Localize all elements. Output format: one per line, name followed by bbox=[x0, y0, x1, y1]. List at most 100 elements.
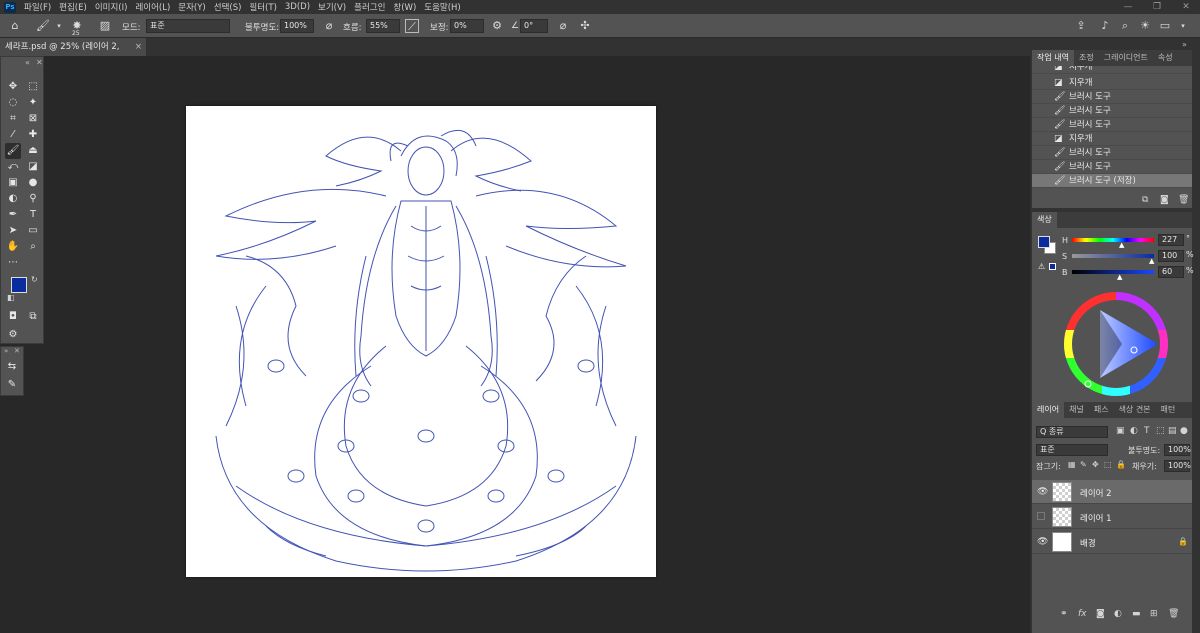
close-icon[interactable]: ✕ bbox=[14, 347, 20, 355]
tab-patterns[interactable]: 패턴 bbox=[1156, 402, 1181, 418]
foreground-color-swatch[interactable] bbox=[11, 277, 27, 293]
frame-tool-icon[interactable]: ⊠ bbox=[25, 111, 41, 127]
marquee-tool-icon[interactable]: ⬚ bbox=[25, 79, 41, 95]
screen-mode-icon[interactable]: ⧉ bbox=[25, 309, 41, 325]
add-mask-icon[interactable]: ◙ bbox=[1096, 609, 1105, 619]
link-layers-icon[interactable]: ⚭ bbox=[1060, 609, 1068, 619]
brush-settings-icon[interactable]: ▨ bbox=[98, 19, 112, 33]
opacity-field[interactable]: 100% bbox=[280, 19, 314, 33]
eraser-tool-icon[interactable]: ◪ bbox=[25, 159, 41, 175]
swap-colors-icon[interactable]: ↻ bbox=[31, 275, 38, 284]
filter-pixel-icon[interactable]: ▣ bbox=[1116, 426, 1125, 436]
saturation-slider[interactable] bbox=[1072, 254, 1154, 258]
tab-layers[interactable]: 레이어 bbox=[1032, 402, 1065, 418]
bell-icon[interactable]: ♪ bbox=[1098, 19, 1112, 33]
menu-filter[interactable]: 필터(T) bbox=[245, 1, 280, 13]
hidden-visibility-icon[interactable] bbox=[1037, 512, 1045, 520]
menu-window[interactable]: 창(W) bbox=[389, 1, 420, 13]
smoothing-field[interactable]: 0% bbox=[450, 19, 484, 33]
hue-field[interactable]: 227 bbox=[1158, 234, 1184, 246]
lock-transparent-icon[interactable]: ▦ bbox=[1068, 460, 1076, 469]
layer-row-background[interactable]: 👁 배경 🔒 bbox=[1032, 530, 1192, 554]
saturation-field[interactable]: 100 bbox=[1158, 250, 1184, 262]
magic-wand-tool-icon[interactable]: ✦ bbox=[25, 95, 41, 111]
fx-icon[interactable]: fx bbox=[1078, 609, 1087, 619]
document-canvas[interactable] bbox=[186, 106, 656, 577]
lock-all-icon[interactable]: 🔒 bbox=[1116, 460, 1126, 469]
symmetry-icon[interactable]: ✣ bbox=[578, 19, 592, 33]
lightbulb-icon[interactable]: ☀ bbox=[1138, 19, 1152, 33]
mode-select[interactable]: 표준 bbox=[146, 19, 230, 33]
tab-properties[interactable]: 속성 bbox=[1153, 50, 1178, 66]
minimize-button[interactable]: — bbox=[1114, 0, 1142, 14]
healing-brush-tool-icon[interactable]: ✚ bbox=[25, 127, 41, 143]
history-item[interactable]: 🖌 브러시 도구 bbox=[1032, 160, 1192, 174]
burn-tool-icon[interactable]: ⚲ bbox=[25, 191, 41, 207]
web-safe-swatch[interactable] bbox=[1049, 263, 1056, 270]
menu-edit[interactable]: 편집(E) bbox=[55, 1, 91, 13]
history-item[interactable]: ◪ 지우개 bbox=[1032, 66, 1192, 74]
zoom-tool-icon[interactable]: ⌕ bbox=[25, 239, 41, 255]
tab-color[interactable]: 색상 bbox=[1032, 212, 1057, 228]
history-item-current[interactable]: 🖌 브러시 도구 (저장) bbox=[1032, 174, 1192, 188]
move-tool-icon[interactable]: ✥ bbox=[5, 79, 21, 95]
tab-channels[interactable]: 채널 bbox=[1064, 402, 1089, 418]
adjustment-layer-icon[interactable]: ◐ bbox=[1114, 609, 1122, 619]
menu-type[interactable]: 문자(Y) bbox=[174, 1, 209, 13]
slider-handle-icon[interactable]: ▲ bbox=[1117, 273, 1122, 281]
hue-slider[interactable] bbox=[1072, 238, 1154, 242]
tab-gradients[interactable]: 그레이디언트 bbox=[1099, 50, 1153, 66]
collapse-panels-icon[interactable]: » bbox=[1182, 40, 1187, 49]
filter-type-icon[interactable]: T bbox=[1144, 426, 1150, 436]
history-item[interactable]: 🖌 브러시 도구 bbox=[1032, 104, 1192, 118]
menu-image[interactable]: 이미지(I) bbox=[91, 1, 132, 13]
brightness-field[interactable]: 60 bbox=[1158, 266, 1184, 278]
blur-tool-icon[interactable]: ● bbox=[25, 175, 41, 191]
trash-icon[interactable]: 🗑 bbox=[1168, 609, 1179, 619]
menu-3d[interactable]: 3D(D) bbox=[281, 2, 314, 12]
eye-icon[interactable]: 👁 bbox=[1037, 537, 1048, 547]
filter-smart-object-icon[interactable]: ▤ bbox=[1168, 426, 1177, 436]
layer-filter-select[interactable]: Q 종류 bbox=[1036, 426, 1108, 438]
lock-position-icon[interactable]: ✥ bbox=[1092, 460, 1099, 469]
history-brush-tool-icon[interactable]: ⤺ bbox=[5, 159, 21, 175]
adjustments-icon[interactable]: ⇆ bbox=[4, 359, 20, 375]
filter-shape-icon[interactable]: ⬚ bbox=[1156, 426, 1165, 436]
color-wheel[interactable] bbox=[1062, 290, 1170, 398]
close-window-button[interactable]: ✕ bbox=[1172, 0, 1200, 14]
tab-adjustments[interactable]: 조정 bbox=[1074, 50, 1099, 66]
share-icon[interactable]: ⇪ bbox=[1074, 19, 1088, 33]
gradient-tool-icon[interactable]: ▣ bbox=[5, 175, 21, 191]
tab-paths[interactable]: 패스 bbox=[1089, 402, 1114, 418]
layer-row-layer-2[interactable]: 👁 레이어 2 bbox=[1032, 480, 1192, 504]
edit-toolbar-icon[interactable]: ⚙ bbox=[5, 327, 21, 343]
flow-field[interactable]: 55% bbox=[366, 19, 400, 33]
close-tab-button[interactable]: × bbox=[135, 38, 142, 56]
maximize-button[interactable]: ❐ bbox=[1143, 0, 1171, 14]
workspace-icon[interactable]: ▭ bbox=[1158, 19, 1172, 33]
tab-history[interactable]: 작업 내역 bbox=[1032, 50, 1074, 66]
filter-adjustment-icon[interactable]: ◐ bbox=[1130, 426, 1138, 436]
airbrush-icon[interactable]: ⟋ bbox=[405, 19, 419, 33]
hand-tool-icon[interactable]: ✋ bbox=[5, 239, 21, 255]
angle-field[interactable]: 0° bbox=[520, 19, 548, 33]
chevron-down-icon[interactable]: ▾ bbox=[1176, 19, 1190, 33]
chevron-down-icon[interactable]: ▾ bbox=[52, 19, 66, 33]
eyedropper-tool-icon[interactable]: ⁄ bbox=[5, 127, 21, 143]
quick-mask-icon[interactable]: ◘ bbox=[5, 309, 21, 325]
menu-plugins[interactable]: 플러그인 bbox=[350, 1, 389, 13]
search-icon[interactable]: ⌕ bbox=[1118, 19, 1132, 33]
camera-icon[interactable]: ◙ bbox=[1160, 195, 1169, 205]
new-layer-icon[interactable]: ⊞ bbox=[1150, 609, 1158, 619]
fill-field[interactable]: 100% bbox=[1164, 460, 1191, 472]
menu-select[interactable]: 선택(S) bbox=[210, 1, 246, 13]
menu-layer[interactable]: 레이어(L) bbox=[131, 1, 174, 13]
pen-tool-icon[interactable]: ✒ bbox=[5, 207, 21, 223]
tab-swatches[interactable]: 색상 견본 bbox=[1114, 402, 1156, 418]
menu-file[interactable]: 파일(F) bbox=[20, 1, 55, 13]
dodge-tool-icon[interactable]: ◐ bbox=[5, 191, 21, 207]
layer-opacity-field[interactable]: 100% bbox=[1164, 444, 1191, 456]
foreground-color-swatch[interactable] bbox=[1038, 236, 1050, 248]
collapse-icon[interactable]: « bbox=[25, 58, 30, 67]
trash-icon[interactable]: 🗑 bbox=[1178, 195, 1189, 205]
